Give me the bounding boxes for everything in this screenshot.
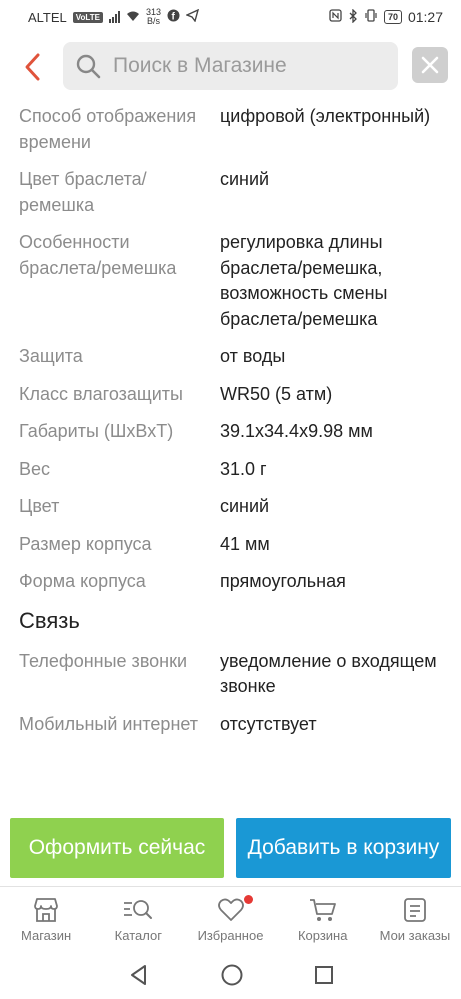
network-speed: 313 B/s bbox=[146, 8, 161, 26]
spec-key: Вес bbox=[19, 458, 51, 479]
tab-favorites[interactable]: Избранное bbox=[184, 887, 276, 950]
spec-key: Цвет браслета/ремешка bbox=[19, 169, 147, 215]
spec-key: Класс влагозащиты bbox=[19, 383, 183, 404]
purchase-actions: Оформить сейчас Добавить в корзину bbox=[10, 818, 451, 878]
spec-row: Особенности браслета/ремешка регулировка… bbox=[0, 230, 461, 332]
wifi-icon bbox=[126, 10, 140, 25]
bluetooth-icon bbox=[348, 7, 358, 26]
product-specs[interactable]: Способ отображения времени цифровой (эле… bbox=[0, 104, 461, 810]
search-header bbox=[0, 40, 461, 94]
spec-row: Класс влагозащиты WR50 (5 атм) bbox=[0, 382, 461, 408]
spec-value: цифровой (электронный) bbox=[220, 106, 431, 126]
tab-orders[interactable]: Мои заказы bbox=[369, 887, 461, 950]
tab-label: Мои заказы bbox=[379, 928, 451, 943]
chevron-left-icon bbox=[25, 53, 40, 81]
spec-key: Размер корпуса bbox=[19, 533, 152, 554]
carrier-name: ALTEL bbox=[28, 9, 67, 25]
telegram-icon bbox=[185, 8, 200, 25]
close-icon bbox=[421, 56, 439, 74]
tab-store[interactable]: Магазин bbox=[0, 887, 92, 950]
tab-cart[interactable]: Корзина bbox=[277, 887, 369, 950]
tab-label: Каталог bbox=[114, 928, 162, 943]
spec-row: Цвет браслета/ремешка синий bbox=[0, 167, 461, 218]
spec-value: 41 мм bbox=[220, 533, 270, 554]
spec-row: Цвет синий bbox=[0, 494, 461, 520]
spec-row: Способ отображения времени цифровой (эле… bbox=[0, 104, 461, 155]
speed-unit: B/s bbox=[146, 16, 160, 26]
spec-value: синий bbox=[220, 496, 270, 516]
tab-label: Магазин bbox=[21, 928, 72, 943]
orders-icon bbox=[404, 898, 426, 922]
tab-label: Корзина bbox=[297, 928, 348, 943]
spec-key: Цвет bbox=[19, 496, 60, 516]
tab-catalog[interactable]: Каталог bbox=[92, 887, 184, 950]
search-input[interactable] bbox=[113, 54, 373, 78]
clock: 01:27 bbox=[407, 9, 443, 25]
spec-row: Телефонные звонки уведомление о входящем… bbox=[0, 649, 461, 700]
battery-icon: 70 bbox=[383, 10, 402, 24]
spec-key: Особенности браслета/ремешка bbox=[19, 232, 177, 278]
nav-home-icon[interactable] bbox=[220, 963, 244, 987]
buy-now-button[interactable]: Оформить сейчас bbox=[10, 818, 224, 878]
nfc-icon bbox=[329, 9, 342, 25]
add-to-cart-button[interactable]: Добавить в корзину bbox=[236, 818, 451, 878]
volte-badge: VoLTE bbox=[72, 11, 103, 23]
heart-icon bbox=[217, 898, 244, 921]
clear-search-button[interactable] bbox=[412, 47, 448, 83]
spec-value: 31.0 г bbox=[220, 458, 267, 479]
spec-key: Способ отображения времени bbox=[19, 106, 197, 152]
tab-label: Избранное bbox=[197, 928, 264, 943]
spec-value: отсутствует bbox=[220, 713, 317, 734]
spec-key: Телефонные звонки bbox=[19, 650, 188, 671]
status-right: 70 01:27 bbox=[329, 7, 443, 26]
spec-value: синий bbox=[220, 169, 270, 189]
store-icon bbox=[34, 898, 58, 922]
spec-value: регулировка длины браслета/ремешка, возм… bbox=[220, 232, 388, 329]
spec-value: 39.1x34.4x9.98 мм bbox=[220, 421, 373, 441]
spec-row: Размер корпуса 41 мм bbox=[0, 532, 461, 558]
spec-value: уведомление о входящем звонке bbox=[220, 650, 437, 697]
spec-key: Мобильный интернет bbox=[19, 713, 199, 734]
spec-value: от воды bbox=[220, 346, 286, 366]
vibrate-icon bbox=[364, 9, 378, 25]
section-title-connection: Связь bbox=[19, 607, 80, 633]
status-bar: ALTEL VoLTE 313 B/s f 70 01:27 bbox=[0, 0, 461, 34]
spec-row: Мобильный интернет отсутствует bbox=[0, 712, 461, 738]
facebook-icon: f bbox=[167, 9, 180, 25]
nav-back-icon[interactable] bbox=[128, 964, 150, 986]
spec-value: WR50 (5 атм) bbox=[220, 383, 333, 404]
spec-row: Габариты (ШхВхТ) 39.1x34.4x9.98 мм bbox=[0, 419, 461, 445]
notification-dot bbox=[243, 895, 253, 904]
cart-icon bbox=[309, 899, 336, 921]
spec-key: Форма корпуса bbox=[19, 571, 146, 591]
search-box[interactable] bbox=[63, 42, 398, 90]
spec-value: прямоугольная bbox=[220, 571, 346, 591]
spec-key: Защита bbox=[19, 346, 83, 366]
system-navigation bbox=[0, 950, 461, 999]
status-left: ALTEL VoLTE 313 B/s f bbox=[28, 8, 200, 26]
spec-row: Форма корпуса прямоугольная bbox=[0, 569, 461, 595]
catalog-search-icon bbox=[124, 900, 153, 919]
spec-key: Габариты (ШхВхТ) bbox=[19, 421, 174, 441]
search-icon bbox=[76, 54, 101, 79]
bottom-tab-bar: Магазин Каталог Избранное Корзина Мои за… bbox=[0, 886, 461, 950]
signal-icon bbox=[108, 11, 120, 23]
back-button[interactable] bbox=[18, 48, 50, 86]
nav-recents-icon[interactable] bbox=[314, 965, 334, 985]
spec-row: Вес 31.0 г bbox=[0, 457, 461, 483]
spec-row: Защита от воды bbox=[0, 344, 461, 370]
